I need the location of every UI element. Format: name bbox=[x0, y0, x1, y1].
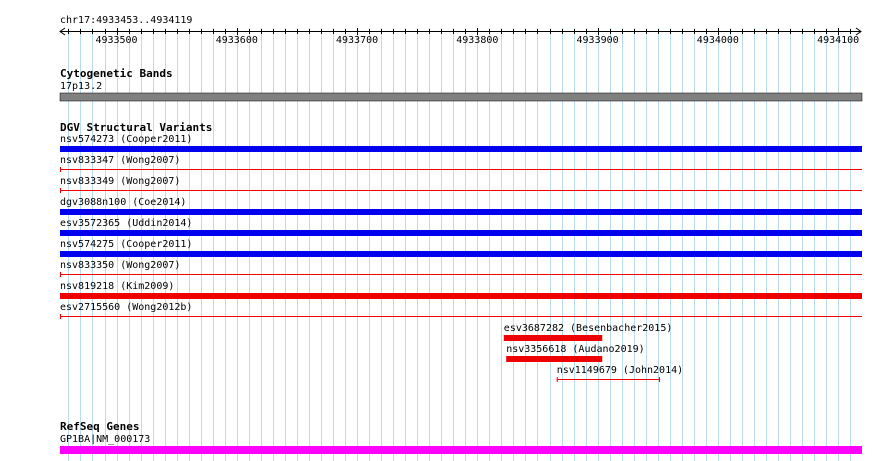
ruler-tick-label: 4933700 bbox=[335, 35, 379, 46]
dgv-feature-label[interactable]: nsv574275 (Cooper2011) bbox=[60, 239, 192, 250]
dgv-feature-label[interactable]: esv3572365 (Uddin2014) bbox=[60, 218, 192, 229]
ruler-tick-label: 4934100 bbox=[817, 35, 860, 46]
refseq-gene-bar[interactable] bbox=[60, 446, 862, 454]
ruler[interactable] bbox=[59, 27, 862, 36]
cytoband-bar[interactable] bbox=[59, 92, 863, 102]
cytoband-track-title: Cytogenetic Bands bbox=[60, 67, 173, 80]
dgv-feature-label[interactable]: nsv833347 (Wong2007) bbox=[60, 155, 180, 166]
dgv-feature-label[interactable]: nsv819218 (Kim2009) bbox=[60, 281, 174, 292]
refseq-gene-label[interactable]: GP1BA|NM_000173 bbox=[60, 434, 150, 445]
region-label: chr17:4933453..4934119 bbox=[60, 15, 193, 26]
ruler-tick-label: 4933900 bbox=[576, 35, 619, 46]
refseq-track-title: RefSeq Genes bbox=[60, 420, 140, 433]
dgv-feature-bar[interactable] bbox=[506, 356, 603, 362]
dgv-feature-bar[interactable] bbox=[503, 335, 603, 341]
dgv-feature-label[interactable]: nsv833349 (Wong2007) bbox=[60, 176, 180, 187]
dgv-feature-bar[interactable] bbox=[60, 230, 862, 236]
dgv-track-title: DGV Structural Variants bbox=[60, 121, 213, 134]
ruler-tick-label: 4934000 bbox=[696, 35, 739, 46]
cytoband-label[interactable]: 17p13.2 bbox=[60, 81, 102, 92]
ruler-tick-label: 4933800 bbox=[456, 35, 499, 46]
dgv-feature-label[interactable]: esv3687282 (Besenbacher2015) bbox=[504, 323, 673, 334]
dgv-feature-bar[interactable] bbox=[60, 251, 862, 257]
dgv-feature-label[interactable]: dgv3088n100 (Coe2014) bbox=[60, 197, 186, 208]
dgv-feature-label[interactable]: nsv833350 (Wong2007) bbox=[60, 260, 180, 271]
dgv-feature-bar[interactable] bbox=[60, 146, 862, 152]
dgv-feature-label[interactable]: esv2715560 (Wong2012b) bbox=[60, 302, 192, 313]
ruler-tick-label: 4933500 bbox=[95, 35, 138, 46]
dgv-feature-bar[interactable] bbox=[60, 209, 862, 215]
dgv-feature-label[interactable]: nsv1149679 (John2014) bbox=[557, 365, 683, 376]
dgv-feature-label[interactable]: nsv3356618 (Audano2019) bbox=[506, 344, 644, 355]
dgv-feature-bar[interactable] bbox=[60, 293, 862, 299]
ruler-tick-label: 4933600 bbox=[215, 35, 258, 46]
dgv-feature-label[interactable]: nsv574273 (Cooper2011) bbox=[60, 134, 192, 145]
